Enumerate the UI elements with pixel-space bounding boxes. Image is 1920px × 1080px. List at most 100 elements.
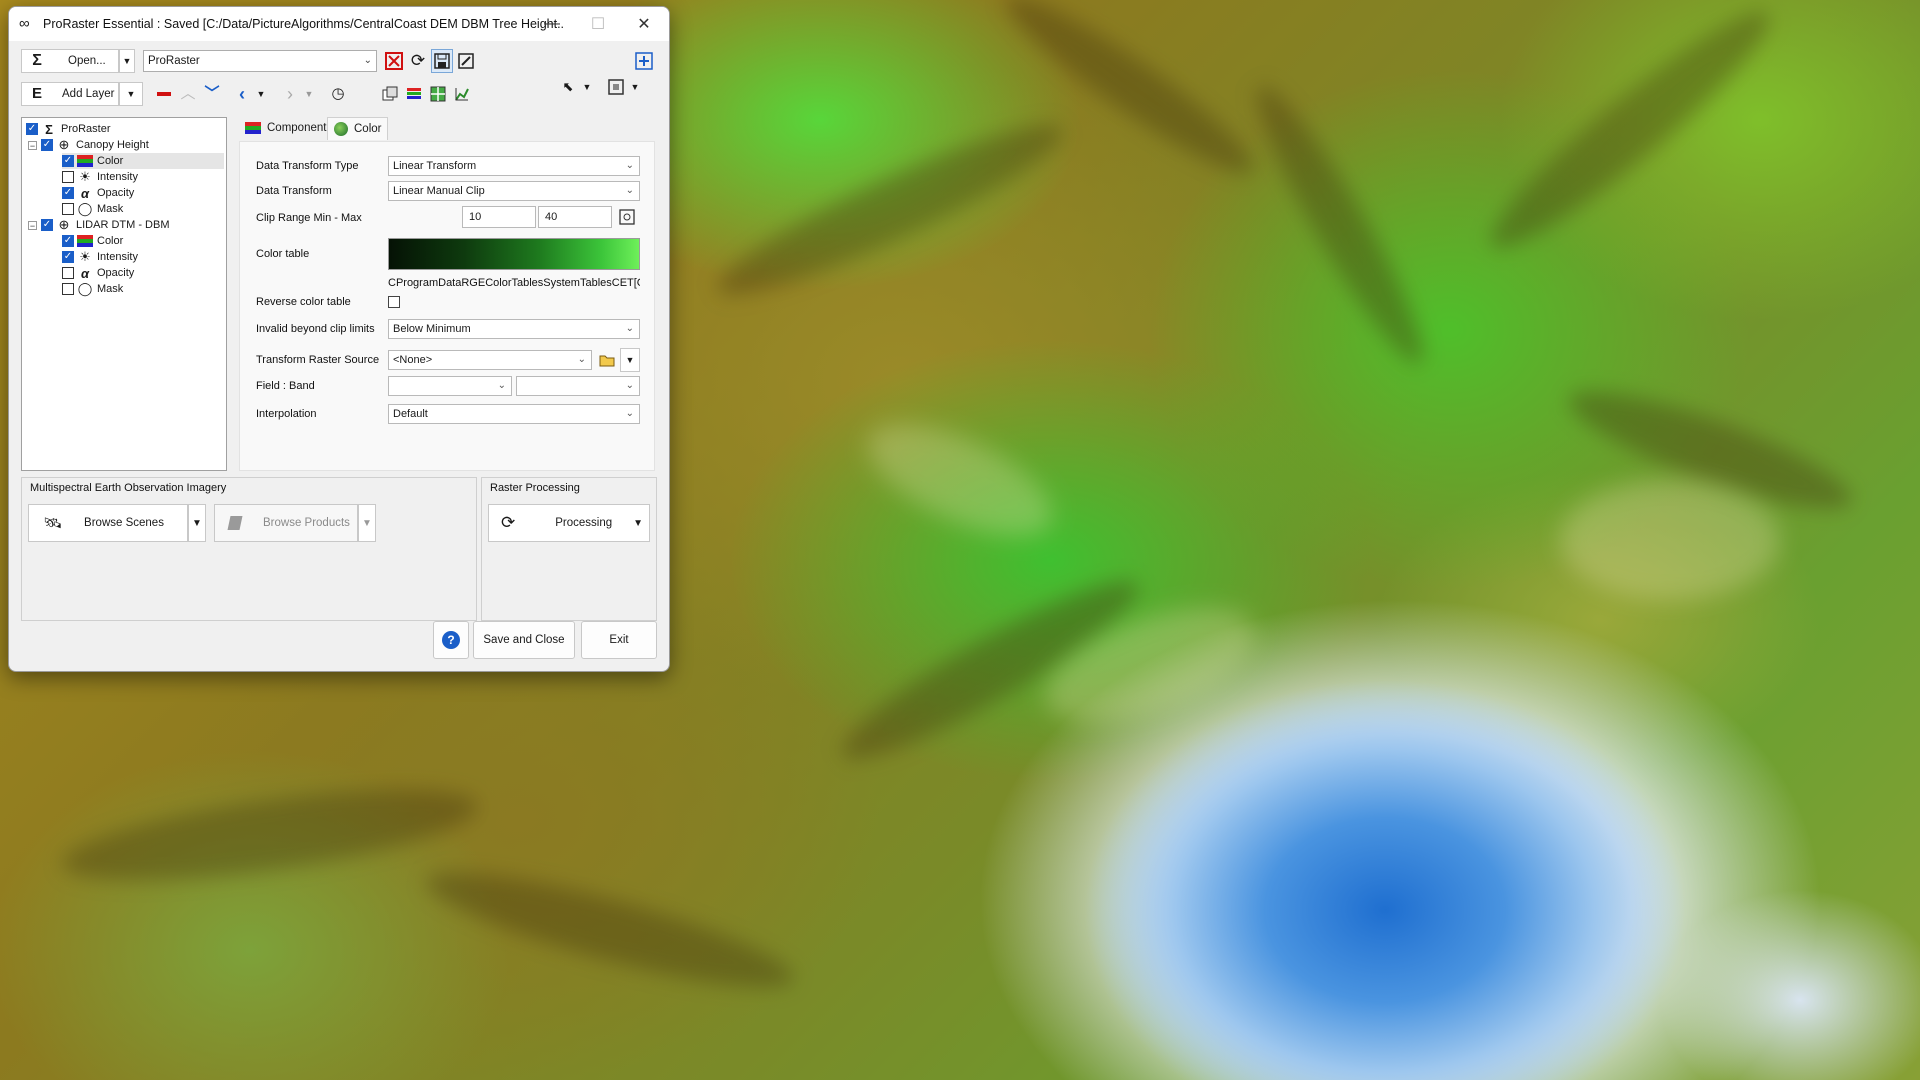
- chevron-down-icon: ▼: [582, 82, 592, 92]
- exit-button[interactable]: Exit: [581, 621, 657, 659]
- minimize-button[interactable]: —: [529, 7, 575, 41]
- checkbox[interactable]: ✓: [62, 187, 74, 199]
- alpha-icon: α: [80, 265, 90, 281]
- reverse-color-table-checkbox[interactable]: [388, 296, 400, 308]
- sigma-icon: Σ: [32, 52, 42, 69]
- edit-button[interactable]: [455, 49, 477, 73]
- tab-component[interactable]: Component: [239, 117, 332, 139]
- browse-scenes-button[interactable]: 🛰 Browse Scenes: [28, 504, 188, 542]
- chevron-down-icon: ⌄: [363, 55, 372, 66]
- chevron-down-icon: ▼: [625, 355, 635, 365]
- open-button[interactable]: Σ Open...: [21, 49, 119, 73]
- maximize-button[interactable]: ☐: [575, 7, 621, 41]
- collapse-toggle[interactable]: −: [28, 220, 37, 230]
- transform-raster-source-select[interactable]: <None> ⌄: [388, 350, 592, 370]
- back-button[interactable]: ‹: [231, 82, 253, 106]
- zoom-extent-button[interactable]: [605, 75, 627, 99]
- forward-button[interactable]: ›: [279, 82, 301, 106]
- data-transform-select[interactable]: Linear Manual Clip ⌄: [388, 181, 640, 201]
- pointer-tool-button[interactable]: ⬉: [557, 75, 579, 99]
- browse-products-button[interactable]: Browse Products: [214, 504, 358, 542]
- move-up-button[interactable]: ︿: [177, 82, 199, 106]
- add-layer-dropdown-button[interactable]: ▼: [119, 82, 143, 106]
- open-dropdown-button[interactable]: ▼: [119, 49, 135, 73]
- data-transform-label: Data Transform: [256, 185, 332, 197]
- back-dropdown-button[interactable]: ▼: [253, 82, 269, 106]
- checkbox[interactable]: ✓: [41, 219, 53, 231]
- data-transform-type-label: Data Transform Type: [256, 160, 359, 172]
- color-table-path: CProgramDataRGEColorTablesSystemTablesCE…: [388, 277, 640, 289]
- tree-item-color[interactable]: ✓ Color: [62, 153, 224, 169]
- help-button[interactable]: ?: [433, 621, 469, 659]
- palette-icon: [334, 122, 348, 136]
- processing-button[interactable]: ⟳ Processing ▼: [488, 504, 650, 542]
- chevron-down-icon: ▼: [633, 517, 643, 529]
- remove-layer-button[interactable]: [153, 82, 175, 106]
- band-select[interactable]: ⌄: [516, 376, 640, 396]
- tree-item-mask[interactable]: ◯ Mask: [62, 201, 123, 217]
- checkbox[interactable]: ✓: [62, 235, 74, 247]
- invalid-beyond-clip-select[interactable]: Below Minimum ⌄: [388, 319, 640, 339]
- tree-item-opacity[interactable]: ✓ α Opacity: [62, 185, 134, 201]
- color-table-preview[interactable]: [388, 238, 640, 270]
- color-table-label: Color table: [256, 248, 310, 260]
- forward-dropdown-button[interactable]: ▼: [301, 82, 317, 106]
- tree-item-opacity[interactable]: α Opacity: [62, 265, 134, 281]
- refresh-button[interactable]: ⟳: [407, 49, 429, 73]
- checkbox[interactable]: ✓: [62, 251, 74, 263]
- checkbox[interactable]: ✓: [41, 139, 53, 151]
- clip-range-auto-button[interactable]: [616, 206, 638, 228]
- tree-item-intensity[interactable]: ✓ ☀ Intensity: [62, 249, 138, 265]
- checkbox[interactable]: [62, 283, 74, 295]
- remove-project-button[interactable]: [383, 49, 405, 73]
- save-button[interactable]: [431, 49, 453, 73]
- tab-label: Color: [354, 123, 382, 135]
- field-select[interactable]: ⌄: [388, 376, 512, 396]
- tree-layer-lidar[interactable]: − ✓ ⊕ LIDAR DTM - DBM: [28, 217, 170, 233]
- tree-root-label: ProRaster: [61, 123, 111, 135]
- clip-max-input[interactable]: 40: [538, 206, 612, 228]
- move-down-button[interactable]: ﹀: [201, 82, 223, 106]
- history-button[interactable]: ◷: [327, 82, 349, 106]
- tree-layer-canopy-height[interactable]: − ✓ ⊕ Canopy Height: [28, 137, 149, 153]
- collapse-toggle[interactable]: −: [28, 140, 37, 150]
- interpolation-label: Interpolation: [256, 408, 317, 420]
- tree-item-mask[interactable]: ◯ Mask: [62, 281, 123, 297]
- tree-item-color[interactable]: ✓ Color: [62, 233, 123, 249]
- checkbox[interactable]: [62, 171, 74, 183]
- save-and-close-button[interactable]: Save and Close: [473, 621, 575, 659]
- checkbox[interactable]: ✓: [62, 155, 74, 167]
- interpolation-select[interactable]: Default ⌄: [388, 404, 640, 424]
- checkbox[interactable]: [62, 203, 74, 215]
- satellite-icon: 🛰: [43, 515, 63, 532]
- copy-layer-button[interactable]: [379, 82, 401, 106]
- chevron-down-icon: ▼: [362, 517, 372, 529]
- data-transform-type-select[interactable]: Linear Transform ⌄: [388, 156, 640, 176]
- checkbox[interactable]: [62, 267, 74, 279]
- add-layer-button[interactable]: E Add Layer: [21, 82, 119, 106]
- browse-products-dropdown[interactable]: ▼: [358, 504, 376, 542]
- minus-icon: [157, 92, 171, 96]
- project-combo[interactable]: ProRaster ⌄: [143, 50, 377, 72]
- grid-button[interactable]: [427, 82, 449, 106]
- zoom-dropdown-button[interactable]: ▼: [627, 75, 643, 99]
- checkbox[interactable]: ✓: [26, 123, 38, 135]
- clip-min-input[interactable]: 10: [462, 206, 536, 228]
- chart-button[interactable]: [451, 82, 473, 106]
- pointer-dropdown-button[interactable]: ▼: [579, 75, 595, 99]
- add-layer-icon: E: [31, 85, 42, 102]
- tree-root[interactable]: ✓ Σ ProRaster: [26, 121, 111, 137]
- close-button[interactable]: ✕: [621, 7, 667, 41]
- layer-tree[interactable]: ✓ Σ ProRaster − ✓ ⊕ Canopy Height ✓ Colo…: [21, 117, 227, 471]
- browse-scenes-dropdown[interactable]: ▼: [188, 504, 206, 542]
- select-value: Below Minimum: [393, 323, 471, 335]
- tab-color[interactable]: Color: [327, 117, 389, 140]
- source-dropdown-button[interactable]: ▼: [620, 348, 640, 372]
- new-window-button[interactable]: [633, 49, 655, 73]
- color-table-button[interactable]: [403, 82, 425, 106]
- title-bar[interactable]: ∞ ProRaster Essential : Saved [C:/Data/P…: [9, 7, 669, 41]
- layer-label: Canopy Height: [76, 139, 149, 151]
- tree-item-intensity[interactable]: ☀ Intensity: [62, 169, 138, 185]
- open-source-button[interactable]: [596, 348, 618, 372]
- proraster-window: ∞ ProRaster Essential : Saved [C:/Data/P…: [8, 6, 670, 672]
